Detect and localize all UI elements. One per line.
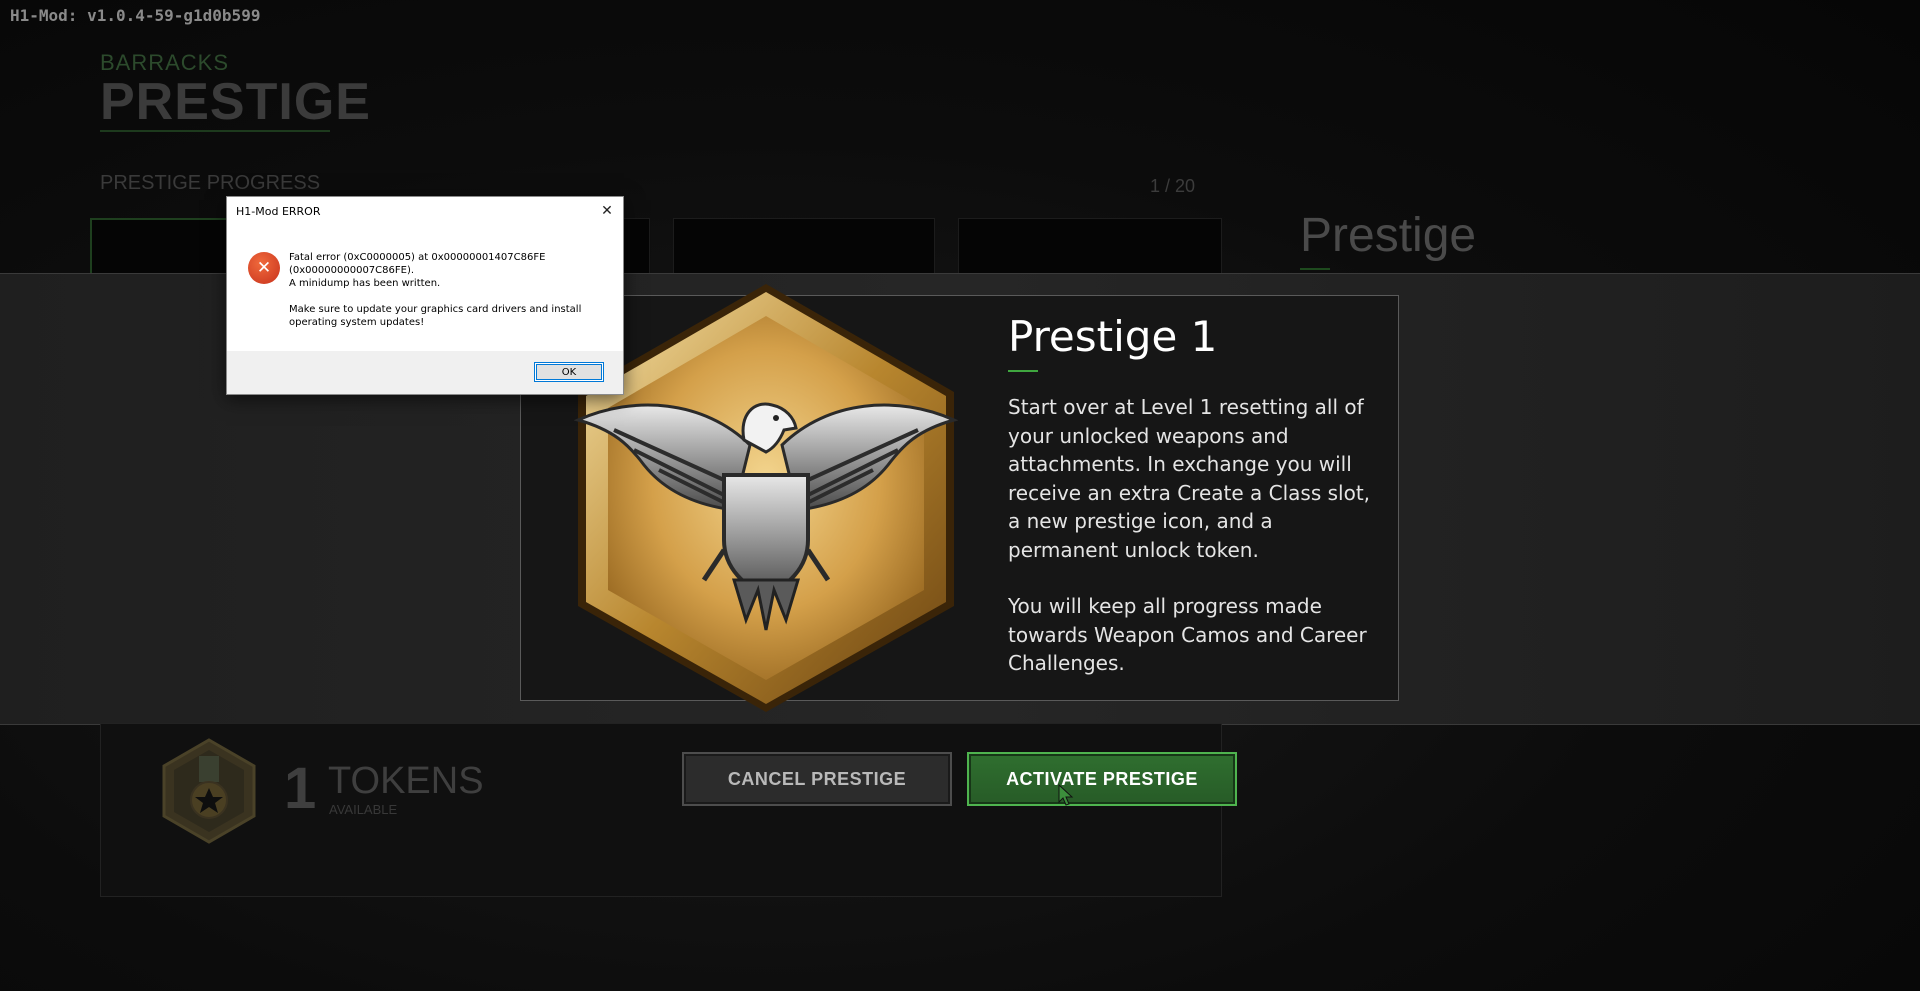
- error-message-line-3: Make sure to update your graphics card d…: [289, 304, 582, 328]
- error-dialog: H1-Mod ERROR ✕ ✕ Fatal error (0xC0000005…: [226, 196, 624, 395]
- prestige-card-3[interactable]: [673, 218, 935, 280]
- error-icon: ✕: [248, 252, 280, 284]
- side-panel-title: Prestige: [1300, 209, 1477, 262]
- modal-description-paragraph-1: Start over at Level 1 resetting all of y…: [1008, 395, 1371, 562]
- prestige-progress-label: PRESTIGE PROGRESS: [100, 172, 321, 194]
- error-message-line-2: A minidump has been written.: [289, 278, 441, 289]
- error-dialog-title: H1-Mod ERROR: [236, 205, 321, 218]
- modal-title-underline: [1008, 370, 1038, 372]
- token-medal-icon: [162, 738, 256, 844]
- page-title: PRESTIGE: [100, 73, 371, 131]
- title-underline: [100, 130, 330, 132]
- mouse-cursor-icon: [1058, 784, 1074, 806]
- error-message: Fatal error (0xC0000005) at 0x0000000140…: [289, 251, 609, 329]
- modal-title: Prestige 1: [1008, 312, 1218, 361]
- tokens-count: 1: [284, 756, 317, 821]
- version-label: H1-Mod: v1.0.4-59-g1d0b599: [10, 6, 261, 25]
- close-icon[interactable]: ✕: [597, 201, 617, 221]
- error-message-line-1: Fatal error (0xC0000005) at 0x0000000140…: [289, 252, 546, 276]
- activate-prestige-button[interactable]: ACTIVATE PRESTIGE: [967, 752, 1237, 806]
- error-dialog-titlebar[interactable]: H1-Mod ERROR ✕: [227, 197, 623, 225]
- error-dialog-footer: OK: [227, 351, 623, 394]
- modal-description-paragraph-2: You will keep all progress made towards …: [1008, 594, 1367, 675]
- ok-button[interactable]: OK: [534, 362, 604, 382]
- modal-description: Start over at Level 1 resetting all of y…: [1008, 393, 1378, 706]
- tokens-available-label: AVAILABLE: [329, 802, 398, 817]
- prestige-page-counter: 1 / 20: [1150, 176, 1196, 196]
- tokens-label: TOKENS: [328, 760, 484, 802]
- cancel-prestige-button[interactable]: CANCEL PRESTIGE: [682, 752, 952, 806]
- game-screen: H1-Mod: v1.0.4-59-g1d0b599 BARRACKS PRES…: [0, 0, 1920, 991]
- prestige-card-4[interactable]: [958, 218, 1222, 280]
- eagle-prestige-emblem-icon: [574, 284, 958, 712]
- side-panel-underline: [1300, 268, 1330, 270]
- tokens-panel: [100, 723, 1222, 897]
